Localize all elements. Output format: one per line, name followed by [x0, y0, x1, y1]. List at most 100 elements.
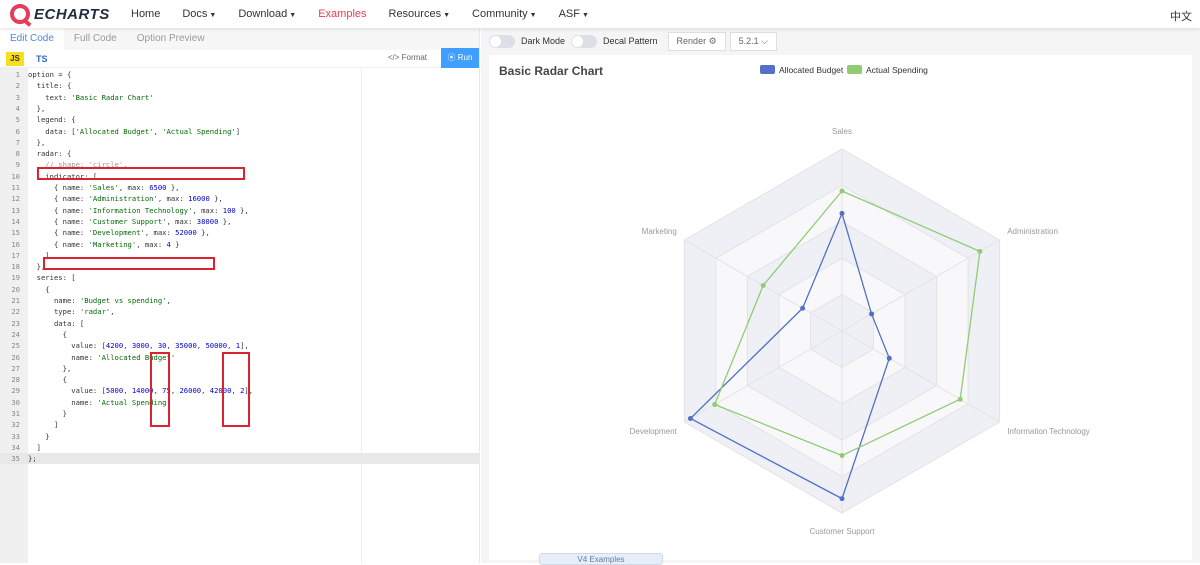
code-line[interactable]: 16 { name: 'Marketing', max: 4 } — [0, 239, 480, 250]
line-text: legend: { — [28, 115, 76, 125]
line-text: radar: { — [28, 149, 72, 159]
code-line[interactable]: 33 } — [0, 431, 480, 442]
code-line[interactable]: 21 name: 'Budget vs spending', — [0, 295, 480, 306]
data-point — [957, 396, 963, 402]
data-point — [760, 283, 766, 288]
line-text: { name: 'Sales', max: 6500 }, — [28, 183, 180, 192]
language-bar: JS TS </> Format ⦿ Run — [0, 48, 479, 68]
line-number: 10 — [11, 171, 20, 181]
line-text: value: [4200, 3000, 30, 35000, 50000, 1]… — [28, 341, 249, 351]
code-line[interactable]: 23 data: [ — [0, 318, 480, 329]
dark-mode-toggle[interactable] — [489, 34, 515, 48]
chart-title: Basic Radar Chart — [499, 64, 603, 78]
legend-swatch — [847, 65, 862, 74]
line-number: 27 — [11, 363, 20, 373]
data-point — [839, 188, 845, 194]
line-text: name: 'Budget vs spending', — [28, 296, 171, 305]
code-line[interactable]: 5 legend: { — [0, 114, 480, 125]
line-text: }, — [28, 137, 46, 147]
code-line[interactable]: 2 title: { — [0, 80, 480, 91]
tab-edit-code[interactable]: Edit Code — [0, 28, 64, 50]
code-line[interactable]: 8 radar: { — [0, 148, 480, 159]
code-line[interactable]: 19 series: [ — [0, 272, 480, 283]
legend-label: Actual Spending — [866, 65, 928, 75]
line-text: { name: 'Marketing', max: 4 } — [28, 239, 180, 249]
code-line[interactable]: 11 { name: 'Sales', max: 6500 }, — [0, 182, 480, 193]
code-line[interactable]: 34 ] — [0, 442, 480, 453]
dropdown-caret-icon: ▼ — [443, 12, 451, 19]
line-number: 12 — [11, 194, 20, 204]
highlight-box — [43, 257, 215, 270]
line-text: { — [28, 329, 67, 339]
decal-toggle[interactable] — [571, 34, 598, 48]
line-number: 8 — [15, 149, 20, 159]
tab-full-code[interactable]: Full Code — [64, 28, 127, 50]
line-number: 31 — [11, 409, 20, 418]
format-button[interactable]: </> Format — [388, 53, 427, 62]
data-point — [839, 210, 845, 216]
line-text: value: [5000, 14000, 75, 26000, 42000, 2… — [28, 386, 254, 396]
line-text: ] — [28, 442, 41, 452]
code-area[interactable]: 1 option = {2 title: {3 text: 'Basic Rada… — [0, 68, 480, 563]
data-point — [886, 355, 892, 361]
highlight-box — [222, 352, 250, 427]
line-number: 32 — [11, 420, 20, 430]
nav-item-resources[interactable]: Resources ▼ — [378, 8, 462, 20]
code-line[interactable]: 7 }, — [0, 137, 480, 148]
run-button[interactable]: ⦿ Run — [441, 48, 479, 68]
tab-option-preview[interactable]: Option Preview — [127, 28, 215, 50]
code-editor-panel: Edit Code Full Code Option Preview JS TS <… — [0, 28, 480, 563]
js-toggle[interactable]: JS — [6, 51, 24, 66]
logo-text: ECHARTS — [34, 5, 110, 23]
ts-toggle[interactable]: TS — [36, 54, 48, 64]
logo-icon — [10, 4, 30, 24]
line-number: 1 — [15, 70, 20, 79]
v4-examples-tab[interactable]: V4 Examples — [539, 553, 663, 565]
nav-item-docs[interactable]: Docs ▼ — [171, 8, 227, 20]
nav-item-home[interactable]: Home — [120, 8, 171, 20]
line-number: 4 — [15, 103, 20, 113]
nav-item-asf[interactable]: ASF ▼ — [548, 8, 600, 20]
code-line[interactable]: 6 data: ['Allocated Budget', 'Actual Spe… — [0, 126, 480, 137]
line-number: 2 — [15, 81, 20, 91]
line-text: series: [ — [28, 273, 76, 283]
nav-item-examples[interactable]: Examples — [307, 8, 377, 20]
line-text: title: { — [28, 81, 72, 91]
decal-label: Decal Pattern — [603, 36, 658, 46]
indicator-label: Development — [630, 427, 678, 436]
version-select[interactable]: 5.2.1 ⌵ — [729, 31, 777, 51]
code-line[interactable]: 12 { name: 'Administration', max: 16000 … — [0, 193, 480, 204]
indicator-label: Administration — [1007, 227, 1058, 236]
line-number: 20 — [11, 284, 20, 294]
code-line[interactable]: 1 option = { — [0, 69, 480, 80]
nav-item-community[interactable]: Community ▼ — [461, 8, 548, 20]
echarts-logo[interactable]: ECHARTS — [10, 4, 110, 24]
line-number: 33 — [11, 431, 20, 441]
line-number: 15 — [11, 228, 20, 238]
line-number: 21 — [11, 296, 20, 305]
line-number: 3 — [15, 92, 20, 102]
line-text: }, — [28, 103, 46, 113]
code-line[interactable]: 4 }, — [0, 103, 480, 114]
line-number: 6 — [15, 126, 20, 136]
nav-item-download[interactable]: Download ▼ — [227, 8, 307, 20]
line-number: 11 — [11, 183, 20, 192]
dropdown-caret-icon: ▼ — [289, 12, 297, 19]
line-text: data: [ — [28, 318, 85, 328]
chart-container: Sales Administration Information Technolog… — [489, 55, 1192, 560]
code-line[interactable]: 24 { — [0, 329, 480, 340]
legend-label: Allocated Budget — [779, 65, 844, 75]
code-line[interactable]: 15 { name: 'Development', max: 52000 }, — [0, 227, 480, 238]
code-line[interactable]: 14 { name: 'Customer Support', max: 3800… — [0, 216, 480, 227]
code-line[interactable]: 22 type: 'radar', — [0, 306, 480, 317]
code-line[interactable]: 35}; — [0, 453, 480, 465]
data-point — [869, 311, 875, 317]
line-text: { name: 'Administration', max: 16000 }, — [28, 194, 223, 204]
code-line[interactable]: 20 { — [0, 284, 480, 295]
code-line[interactable]: 13 { name: 'Information Technology', max… — [0, 205, 480, 216]
language-switch[interactable]: 中文 — [1170, 8, 1192, 24]
render-button[interactable]: Render ⚙ — [667, 31, 726, 51]
code-line[interactable]: 25 value: [4200, 3000, 30, 35000, 50000,… — [0, 340, 480, 351]
data-point — [800, 305, 806, 311]
code-line[interactable]: 3 text: 'Basic Radar Chart' — [0, 92, 480, 103]
